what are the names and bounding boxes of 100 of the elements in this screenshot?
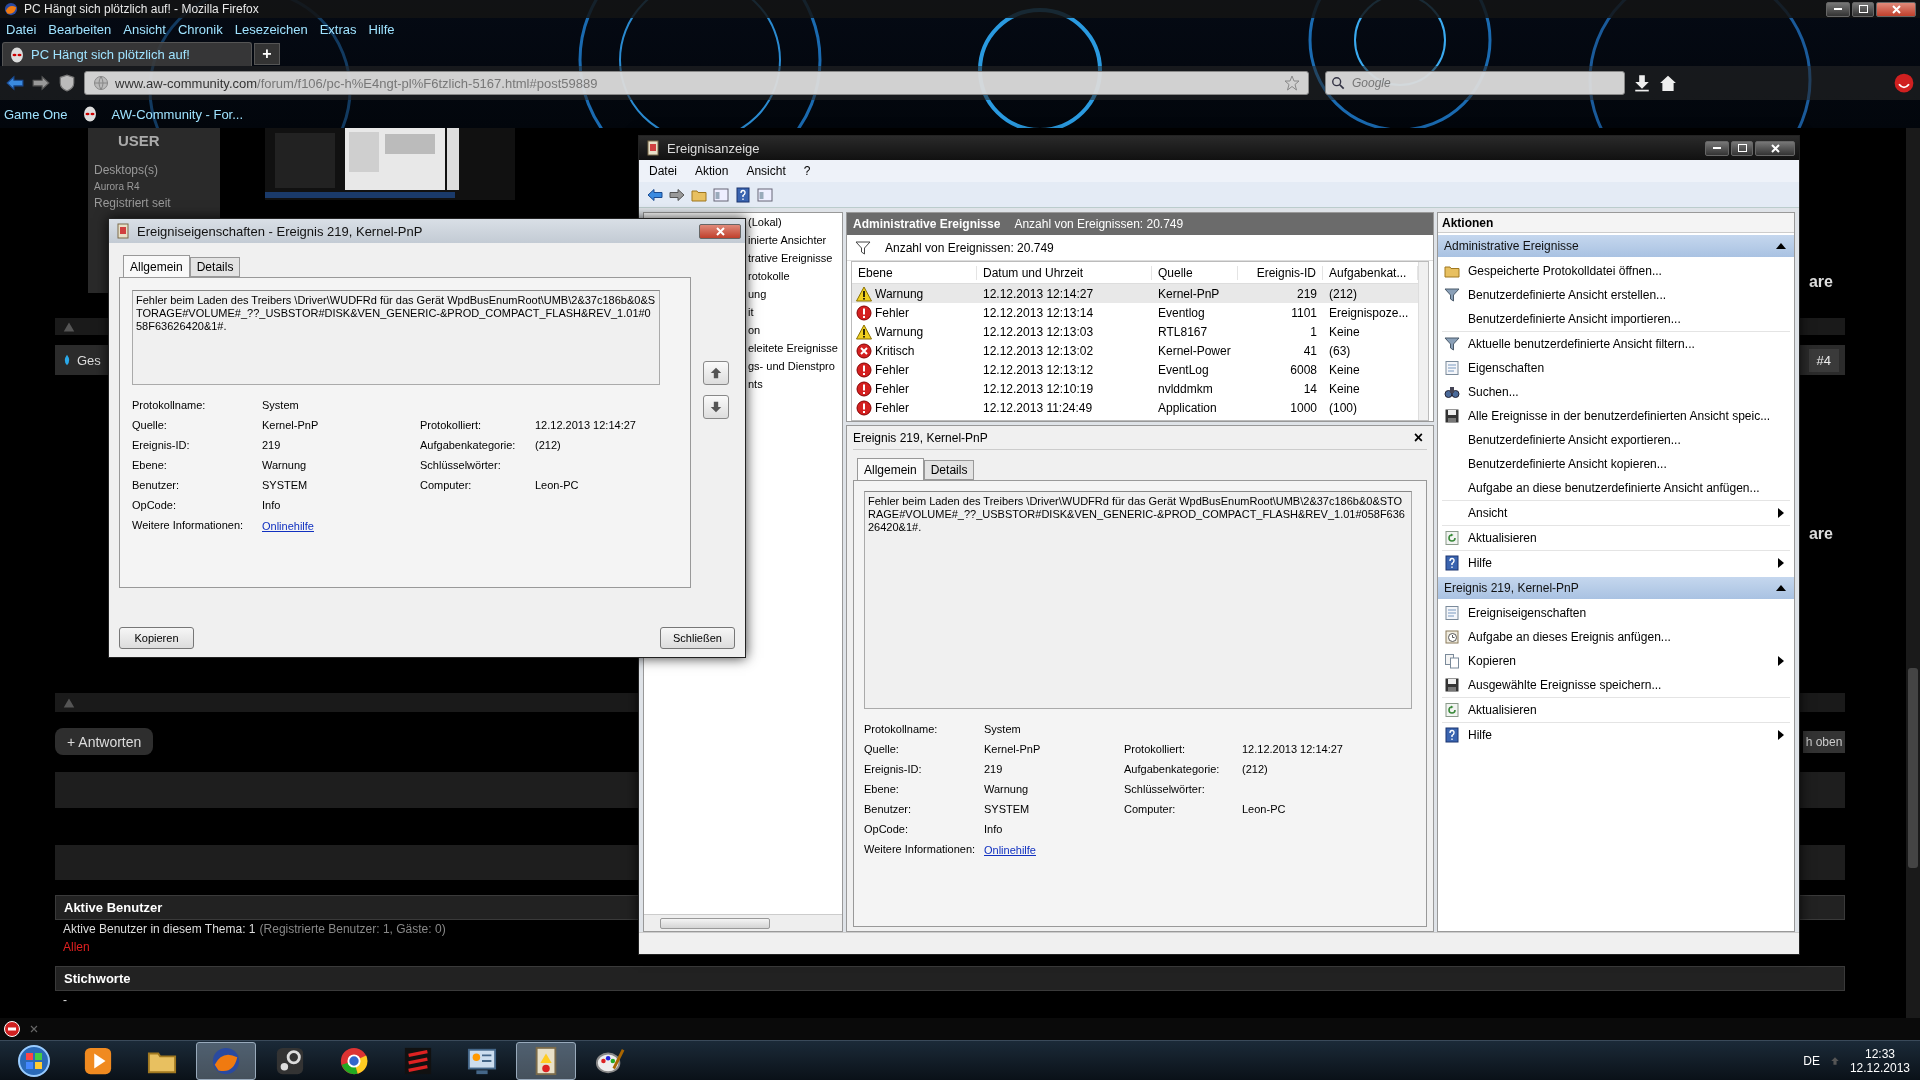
reply-button[interactable]: + Antworten (55, 728, 154, 755)
column-header[interactable]: Ebene (852, 265, 977, 280)
field-value: SYSTEM (262, 479, 309, 492)
tab[interactable]: Details (923, 460, 975, 480)
action-item[interactable]: Aufgabe an diese benutzerdefinierte Ansicht anfügen... (1442, 476, 1790, 500)
warning-icon (63, 320, 75, 333)
field-label: Weitere Informationen: (132, 519, 245, 532)
side-text: are (1808, 525, 1833, 543)
field-label: Aufgabenkategorie: (1124, 763, 1221, 776)
tab[interactable]: Allgemein (857, 458, 924, 481)
action-item[interactable]: Benutzerdefinierte Ansicht importieren... (1442, 307, 1790, 331)
tree-item[interactable]: inierte Ansichter (748, 231, 827, 249)
column-header[interactable]: Ereignis-ID (1238, 265, 1323, 280)
pane-icon (713, 186, 729, 203)
back-icon (647, 186, 663, 203)
table-cell-text: nvlddmkm (1157, 381, 1214, 396)
table-cell-text: (100) (1328, 400, 1358, 415)
close-button[interactable]: × (1409, 428, 1427, 447)
minimize-button[interactable] (1705, 140, 1729, 156)
table-cell-text: Eventlog (1157, 305, 1206, 320)
action-item[interactable]: Hilfe (1442, 723, 1790, 747)
clock[interactable]: 12:33 12.12.2013 (1849, 1046, 1910, 1075)
section-header[interactable]: Ereignis 219, Kernel-PnP (1438, 577, 1794, 599)
warning-icon (856, 323, 872, 340)
event-row[interactable]: Warnung 12.12.2013 12:14:27 Kernel-PnP 219 (212) (852, 284, 1418, 303)
description-box: Fehler beim Laden des Treibers \Driver\WUDFRd für das Gerät WpdBusEnumRoot\UMB\2&37c186b&0&STORAGE#VOLUME#_??_USBSTOR#DISK&VEN_GENERIC-&PROD_COMPACT_FLASH&REV_1.01#058F63626420&1#. (864, 491, 1412, 709)
tab[interactable]: Allgemein (123, 255, 190, 278)
user-info: Registriert seit (94, 196, 172, 210)
close-icon (715, 226, 725, 236)
taskbar-button[interactable] (196, 1041, 256, 1080)
menu-item[interactable]: Ansicht (746, 164, 786, 178)
clock-icon (1444, 629, 1460, 645)
tree-item[interactable]: trative Ereignisse (748, 249, 833, 267)
post-number: #4 (1808, 348, 1839, 372)
table-cell: Kritisch (875, 343, 915, 358)
maximize-button[interactable] (1731, 140, 1753, 156)
table-cell-text: 41 (1302, 343, 1318, 358)
table-cell-text: Application (1157, 400, 1218, 415)
menu-item[interactable]: Aktion (695, 164, 729, 178)
top-button[interactable]: h oben (1803, 730, 1845, 753)
action-item[interactable]: Kopieren (1442, 649, 1790, 673)
help-link[interactable]: Onlinehilfe (984, 844, 1036, 856)
tree-item[interactable]: on (748, 321, 761, 339)
user-info: Desktops(s) (94, 163, 159, 177)
action-item[interactable]: Eigenschaften (1442, 356, 1790, 380)
tab[interactable]: Details (189, 257, 241, 277)
action-item[interactable]: Benutzerdefinierte Ansicht kopieren... (1442, 452, 1790, 476)
action-item[interactable]: Hilfe (1442, 551, 1790, 575)
column-header[interactable]: Datum und Uhrzeit (977, 265, 1152, 280)
column-header[interactable]: Quelle (1152, 265, 1238, 280)
table-cell-text: Kernel-Power (1157, 343, 1232, 358)
section-header[interactable]: Administrative Ereignisse (1438, 235, 1794, 257)
help-icon (735, 186, 751, 203)
menu-item[interactable]: Datei (649, 164, 677, 178)
refresh-icon (1444, 530, 1460, 546)
action-item[interactable]: Alle Ereignisse in der benutzerdefinierten Ansicht speic... (1442, 404, 1790, 428)
action-item[interactable]: Ausgewählte Ereignisse speichern... (1442, 673, 1790, 697)
tree-item[interactable]: ung (748, 285, 767, 303)
tree-item[interactable]: it (748, 303, 754, 321)
action-item[interactable]: Aktualisieren (1442, 698, 1790, 722)
description-box: Fehler beim Laden des Treibers \Driver\WUDFRd für das Gerät WpdBusEnumRoot\UMB\2&37c186b&0&STORAGE#VOLUME#_??_USBSTOR#DISK&VEN_GENERIC-&PROD_COMPACT_FLASH&REV_1.01#058F63626420&1#. (132, 290, 660, 385)
next-button[interactable] (703, 395, 729, 419)
action-item[interactable]: Gespeicherte Protokolldatei öffnen... (1442, 259, 1790, 283)
field-value: System (984, 723, 1022, 736)
save-icon (1444, 408, 1460, 424)
copy-button[interactable]: Kopieren (119, 627, 194, 649)
table-cell: Fehler (875, 400, 909, 415)
help-link[interactable]: Onlinehilfe (262, 520, 314, 532)
taskbar-button[interactable] (516, 1041, 576, 1080)
action-item[interactable]: Ereigniseigenschaften (1442, 601, 1790, 625)
language-indicator[interactable]: DE (1803, 1053, 1820, 1068)
close-button[interactable] (1755, 140, 1795, 156)
field-value: SYSTEM (984, 803, 1031, 816)
menu-item[interactable]: ? (803, 164, 811, 178)
action-item[interactable]: Ansicht (1442, 501, 1790, 525)
field-value: Leon-PC (535, 479, 580, 492)
action-item[interactable]: Benutzerdefinierte Ansicht exportieren... (1442, 428, 1790, 452)
field-label: Benutzer: (132, 479, 181, 492)
action-item[interactable]: Suchen... (1442, 380, 1790, 404)
event-count: Anzahl von Ereignissen: 20.749 (885, 240, 1054, 255)
minimize-icon (1713, 146, 1721, 150)
maximize-icon (1737, 144, 1747, 152)
tree-item[interactable]: rotokolle (748, 267, 790, 285)
tree-item[interactable]: (Lokal) (748, 213, 782, 231)
action-item[interactable]: Benutzerdefinierte Ansicht erstellen... (1442, 283, 1790, 307)
close-button[interactable]: Schließen (660, 627, 735, 649)
table-cell: Warnung (875, 324, 924, 339)
section-heading: Stichworte (55, 966, 1845, 991)
previous-button[interactable] (703, 361, 729, 385)
tree-item[interactable]: gs- und Dienstpro (748, 357, 835, 375)
action-item[interactable]: Aktuelle benutzerdefinierte Ansicht filtern... (1442, 332, 1790, 356)
tree-item[interactable]: eleitete Ereignisse (748, 339, 838, 357)
scrollbar-thumb[interactable] (1908, 668, 1918, 868)
properties-icon (1444, 360, 1460, 376)
action-item[interactable]: Aufgabe an dieses Ereignis anfügen... (1442, 625, 1790, 649)
action-item[interactable]: Aktualisieren (1442, 526, 1790, 550)
scrollbar-thumb[interactable] (660, 917, 770, 929)
field-label: Computer: (420, 479, 473, 492)
tree-item[interactable]: nts (748, 375, 763, 393)
field-label: Ereignis-ID: (864, 763, 923, 776)
